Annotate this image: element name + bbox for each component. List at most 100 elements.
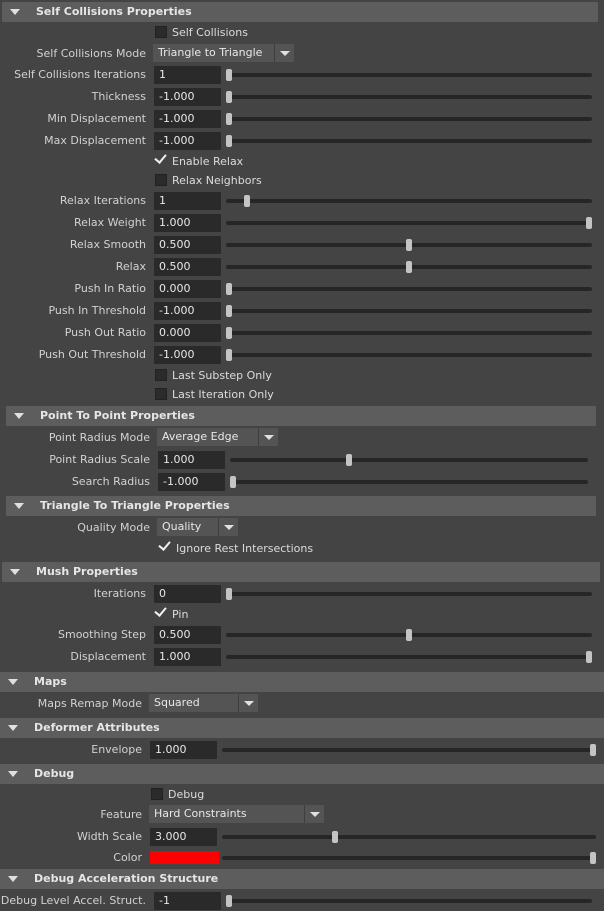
relax-iterations-field[interactable]: 1 xyxy=(154,192,221,210)
width-scale-field[interactable]: 3.000 xyxy=(150,828,217,846)
slider-handle[interactable] xyxy=(346,454,352,466)
slider-handle[interactable] xyxy=(332,831,338,843)
collapse-arrow-icon[interactable] xyxy=(14,413,24,419)
slider-handle[interactable] xyxy=(586,217,592,229)
quality-mode-dropdown[interactable]: Quality xyxy=(157,518,238,536)
chevron-down-icon[interactable] xyxy=(304,805,324,823)
point-radius-scale-field[interactable]: 1.000 xyxy=(158,451,225,469)
min-displacement-field[interactable]: -1.000 xyxy=(154,110,221,128)
color-swatch[interactable] xyxy=(150,851,219,864)
thickness-field[interactable]: -1.000 xyxy=(154,88,221,106)
envelope-field[interactable]: 1.000 xyxy=(150,741,217,759)
color-slider[interactable] xyxy=(222,852,596,864)
slider-handle[interactable] xyxy=(590,852,596,864)
self-collisions-checkbox[interactable] xyxy=(155,26,167,38)
section-header-debug[interactable]: Debug xyxy=(0,764,604,784)
search-radius-slider[interactable] xyxy=(230,476,588,488)
self-collisions-iterations-slider[interactable] xyxy=(226,69,592,81)
slider-handle[interactable] xyxy=(226,113,232,125)
section-header-triangle-to-triangle[interactable]: Triangle To Triangle Properties xyxy=(6,496,596,516)
maps-remap-mode-dropdown[interactable]: Squared xyxy=(149,694,258,712)
point-radius-mode-dropdown[interactable]: Average Edge xyxy=(157,428,278,446)
relax-iterations-slider[interactable] xyxy=(226,195,592,207)
push-in-ratio-slider[interactable] xyxy=(226,283,592,295)
slider-handle[interactable] xyxy=(406,261,412,273)
thickness-slider[interactable] xyxy=(226,91,592,103)
mush-iterations-field[interactable]: 0 xyxy=(154,585,221,603)
section-header-mush[interactable]: Mush Properties xyxy=(2,562,600,582)
collapse-arrow-icon[interactable] xyxy=(10,9,20,15)
chevron-down-icon[interactable] xyxy=(274,44,294,62)
debug-level-accel-field[interactable]: -1 xyxy=(154,892,221,910)
collapse-arrow-icon[interactable] xyxy=(14,503,24,509)
slider-handle[interactable] xyxy=(226,305,232,317)
section-header-self-collisions[interactable]: Self Collisions Properties xyxy=(2,2,598,22)
dropdown-value: Triangle to Triangle xyxy=(158,46,263,59)
push-in-ratio-field[interactable]: 0.000 xyxy=(154,280,221,298)
chevron-down-icon[interactable] xyxy=(238,694,258,712)
smoothing-step-field[interactable]: 0.500 xyxy=(154,626,221,644)
last-substep-only-checkbox[interactable] xyxy=(155,369,167,381)
slider-handle[interactable] xyxy=(406,629,412,641)
collapse-arrow-icon[interactable] xyxy=(8,725,18,731)
debug-checkbox[interactable] xyxy=(151,788,163,800)
collapse-arrow-icon[interactable] xyxy=(8,876,18,882)
width-scale-slider[interactable] xyxy=(222,831,596,843)
slider-handle[interactable] xyxy=(226,895,232,907)
relax-field[interactable]: 0.500 xyxy=(154,258,221,276)
push-out-ratio-field[interactable]: 0.000 xyxy=(154,324,221,342)
mush-iterations-slider[interactable] xyxy=(226,588,592,600)
relax-neighbors-checkbox[interactable] xyxy=(155,174,167,186)
section-header-point-to-point[interactable]: Point To Point Properties xyxy=(6,406,596,426)
slider-handle[interactable] xyxy=(226,69,232,81)
max-displacement-slider[interactable] xyxy=(226,135,592,147)
relax-slider[interactable] xyxy=(226,261,592,273)
relax-smooth-field[interactable]: 0.500 xyxy=(154,236,221,254)
self-collisions-iterations-field[interactable]: 1 xyxy=(154,66,221,84)
min-displacement-slider[interactable] xyxy=(226,113,592,125)
debug-level-accel-slider[interactable] xyxy=(226,895,592,907)
last-iteration-only-checkbox[interactable] xyxy=(155,388,167,400)
collapse-arrow-icon[interactable] xyxy=(8,679,18,685)
relax-weight-field[interactable]: 1.000 xyxy=(154,214,221,232)
point-radius-scale-slider[interactable] xyxy=(230,454,588,466)
chevron-down-icon[interactable] xyxy=(218,518,238,536)
slider-handle[interactable] xyxy=(226,349,232,361)
push-in-threshold-slider[interactable] xyxy=(226,305,592,317)
section-header-debug-accel[interactable]: Debug Acceleration Structure xyxy=(0,869,604,889)
ignore-rest-intersections-checkbox[interactable] xyxy=(158,538,171,554)
dropdown-value: Quality xyxy=(162,520,202,533)
pin-checkbox[interactable] xyxy=(154,604,167,620)
section-header-deformer-attributes[interactable]: Deformer Attributes xyxy=(0,718,604,738)
slider-handle[interactable] xyxy=(586,651,592,663)
self-collisions-mode-dropdown[interactable]: Triangle to Triangle xyxy=(153,44,294,62)
collapse-arrow-icon[interactable] xyxy=(8,771,18,777)
push-out-threshold-slider[interactable] xyxy=(226,349,592,361)
section-header-maps[interactable]: Maps xyxy=(0,672,604,692)
push-out-threshold-field[interactable]: -1.000 xyxy=(154,346,221,364)
push-in-threshold-field[interactable]: -1.000 xyxy=(154,302,221,320)
search-radius-field[interactable]: -1.000 xyxy=(158,473,225,491)
slider-handle[interactable] xyxy=(590,744,596,756)
max-displacement-field[interactable]: -1.000 xyxy=(154,132,221,150)
slider-handle[interactable] xyxy=(226,91,232,103)
collapse-arrow-icon[interactable] xyxy=(10,569,20,575)
displacement-field[interactable]: 1.000 xyxy=(154,648,221,666)
relax-smooth-slider[interactable] xyxy=(226,239,592,251)
smoothing-step-label: Smoothing Step xyxy=(58,628,146,641)
relax-weight-slider[interactable] xyxy=(226,217,592,229)
slider-handle[interactable] xyxy=(226,588,232,600)
displacement-slider[interactable] xyxy=(226,651,592,663)
enable-relax-checkbox[interactable] xyxy=(154,151,167,167)
push-out-ratio-slider[interactable] xyxy=(226,327,592,339)
slider-handle[interactable] xyxy=(230,476,236,488)
slider-handle[interactable] xyxy=(226,135,232,147)
envelope-slider[interactable] xyxy=(222,744,596,756)
slider-handle[interactable] xyxy=(406,239,412,251)
slider-handle[interactable] xyxy=(226,327,232,339)
slider-handle[interactable] xyxy=(226,283,232,295)
slider-handle[interactable] xyxy=(244,195,250,207)
chevron-down-icon[interactable] xyxy=(258,428,278,446)
feature-dropdown[interactable]: Hard Constraints xyxy=(149,805,324,823)
smoothing-step-slider[interactable] xyxy=(226,629,592,641)
